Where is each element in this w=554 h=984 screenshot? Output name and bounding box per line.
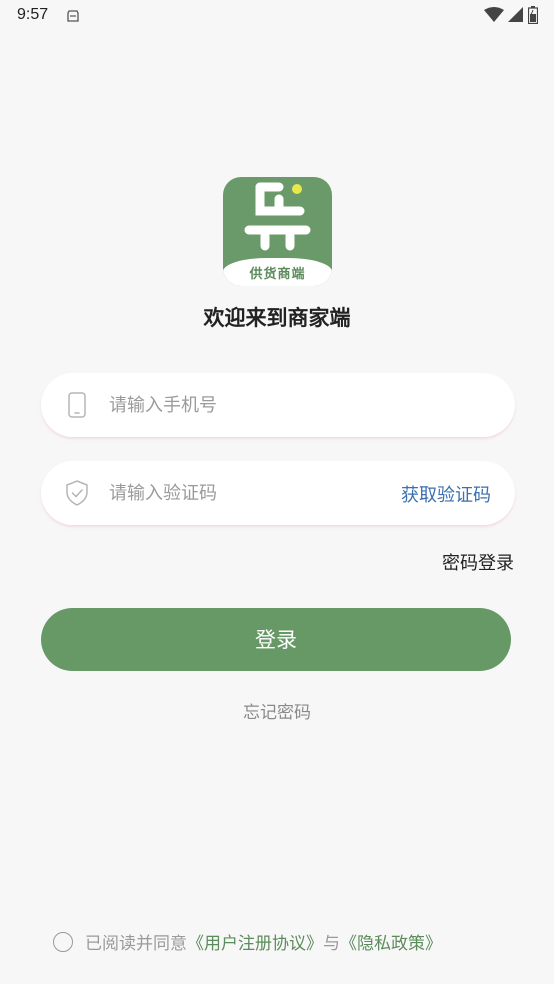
- logo-dot-icon: [292, 184, 302, 194]
- password-login-link[interactable]: 密码登录: [442, 549, 514, 575]
- login-page: 9:57 供货商端 欢迎来到商家端 请输入手机号 请输入验证码 获取验证码 密码…: [0, 0, 554, 984]
- signal-icon: [508, 7, 524, 27]
- phone-field[interactable]: [41, 373, 515, 437]
- wifi-icon: [484, 7, 504, 27]
- agreement-row: 已阅读并同意 《用户注册协议》 与 《隐私政策》: [53, 929, 442, 954]
- agreement-conjunction: 与: [323, 934, 340, 954]
- verification-code-field[interactable]: 获取验证码: [41, 461, 515, 525]
- app-logo: 供货商端: [223, 177, 332, 286]
- verification-code-input[interactable]: [109, 461, 379, 525]
- get-code-button[interactable]: 获取验证码: [401, 481, 491, 507]
- status-time: 9:57: [17, 6, 49, 23]
- agreement-checkbox[interactable]: [53, 931, 73, 952]
- status-bar: 9:57: [0, 0, 554, 32]
- privacy-policy-link[interactable]: 《隐私政策》: [340, 929, 442, 954]
- phone-icon: [65, 392, 89, 418]
- battery-icon: [527, 6, 539, 28]
- status-icons: [484, 6, 539, 28]
- logo-label: 供货商端: [249, 267, 306, 282]
- shield-icon: [65, 480, 89, 506]
- notification-icon: [66, 8, 80, 27]
- agreement-prefix: 已阅读并同意: [85, 934, 187, 954]
- user-agreement-link[interactable]: 《用户注册协议》: [187, 929, 323, 954]
- phone-input[interactable]: [109, 373, 379, 437]
- welcome-title: 欢迎来到商家端: [203, 306, 351, 330]
- login-button[interactable]: 登录: [41, 608, 511, 671]
- forgot-password-link[interactable]: 忘记密码: [0, 698, 554, 723]
